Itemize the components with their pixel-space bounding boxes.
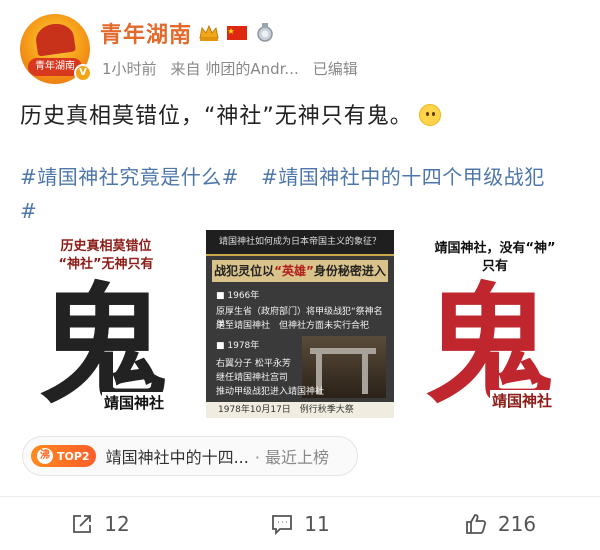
comment-icon xyxy=(272,515,293,536)
image-overlay-text: 靖国神社 xyxy=(490,390,555,411)
share-icon xyxy=(73,515,92,533)
timeline-text: 右翼分子 松平永芳 xyxy=(216,359,291,369)
comment-count: 11 xyxy=(304,512,330,536)
hot-topic-text: 靖国神社中的十四... xyxy=(105,448,249,467)
smile-emoji-icon xyxy=(418,104,441,126)
boil-icon: 沸 xyxy=(37,448,53,464)
medal-badge-icon[interactable] xyxy=(254,23,276,43)
caption-line: 历史真相莫错位 xyxy=(60,239,152,254)
share-count: 12 xyxy=(104,512,130,536)
source-prefix: 来自 xyxy=(170,60,201,78)
share-button[interactable]: 12 xyxy=(0,505,200,543)
like-count: 216 xyxy=(497,512,537,536)
headline-emphasis: “英雄” xyxy=(274,264,314,278)
infographic-title: 靖国神社如何成为日本帝国主义的象征？ xyxy=(206,230,394,256)
post-source[interactable]: 来自 帅团的Andr... xyxy=(171,58,299,79)
username[interactable]: 青年湖南 xyxy=(100,17,192,49)
action-bar: 12 11 216 xyxy=(0,505,600,543)
caption-line: 靖国神社，没有“神” xyxy=(434,241,556,256)
post-time: 1小时前 xyxy=(102,60,157,78)
like-button[interactable]: 216 xyxy=(400,505,600,543)
headline-suffix: 身份秘密进入 xyxy=(313,264,386,278)
hashtags: #靖国神社究竟是什么# #靖国神社中的十四个甲级战犯# xyxy=(20,160,580,228)
china-flag-icon[interactable] xyxy=(226,23,248,43)
name-row: 青年湖南 xyxy=(100,18,276,48)
post-image-3[interactable]: 靖国神社，没有“神” 只有 鬼 靖国神社 xyxy=(406,230,584,418)
timeline-year: 1966年 xyxy=(216,290,259,303)
post-header: 青年湖南 V 青年湖南 1小时前 来自 帅团的Andr... 已编辑 xyxy=(16,14,586,86)
hot-rank: TOP2 xyxy=(57,449,90,463)
post-image-2[interactable]: 靖国神社如何成为日本帝国主义的象征？ 战犯灵位以“英雄”身份秘密进入 1966年… xyxy=(206,230,394,418)
hot-topic-status: · 最近上榜 xyxy=(254,448,330,467)
hot-topic-pill[interactable]: 沸 TOP2 靖国神社中的十四... · 最近上榜 xyxy=(22,436,358,476)
post-meta: 1小时前 来自 帅团的Andr... 已编辑 xyxy=(102,58,358,79)
timeline-text: 送至靖国神社 但神社方面未实行合祀 xyxy=(216,321,370,331)
verified-icon: V xyxy=(74,64,92,82)
divider xyxy=(0,496,600,497)
infographic-headline: 战犯灵位以“英雄”身份秘密进入 xyxy=(212,260,388,282)
infographic-footer: 1978年10月17日 例行秋季大祭 xyxy=(206,402,394,418)
headline-prefix: 战犯灵位以 xyxy=(214,264,275,278)
image-overlay-text: 靖国神社 xyxy=(102,392,167,413)
hot-rank-badge: 沸 TOP2 xyxy=(31,445,96,467)
torii-gate-shape xyxy=(362,354,368,394)
timeline-text: 推动甲级战犯进入靖国神社 xyxy=(216,387,325,397)
edited-label[interactable]: 已编辑 xyxy=(313,58,358,79)
crown-badge-icon[interactable] xyxy=(198,23,220,43)
timeline-year: 1978年 xyxy=(216,340,259,353)
hashtag-link[interactable]: #靖国神社究竟是什么# xyxy=(20,165,239,189)
post-text: 历史真相莫错位，“神社”无神只有鬼。 xyxy=(20,104,413,129)
timeline-text: 继任靖国神社宫司 xyxy=(216,373,289,383)
post-body: 历史真相莫错位，“神社”无神只有鬼。 xyxy=(20,98,441,130)
avatar-logo-shape xyxy=(34,21,76,57)
thumbs-up-icon xyxy=(466,514,486,534)
comment-button[interactable]: 11 xyxy=(200,505,400,543)
post-image-1[interactable]: 历史真相莫错位 “神社”无神只有 鬼 靖国神社 xyxy=(18,230,194,418)
source-name: 帅团的Andr... xyxy=(205,60,299,78)
